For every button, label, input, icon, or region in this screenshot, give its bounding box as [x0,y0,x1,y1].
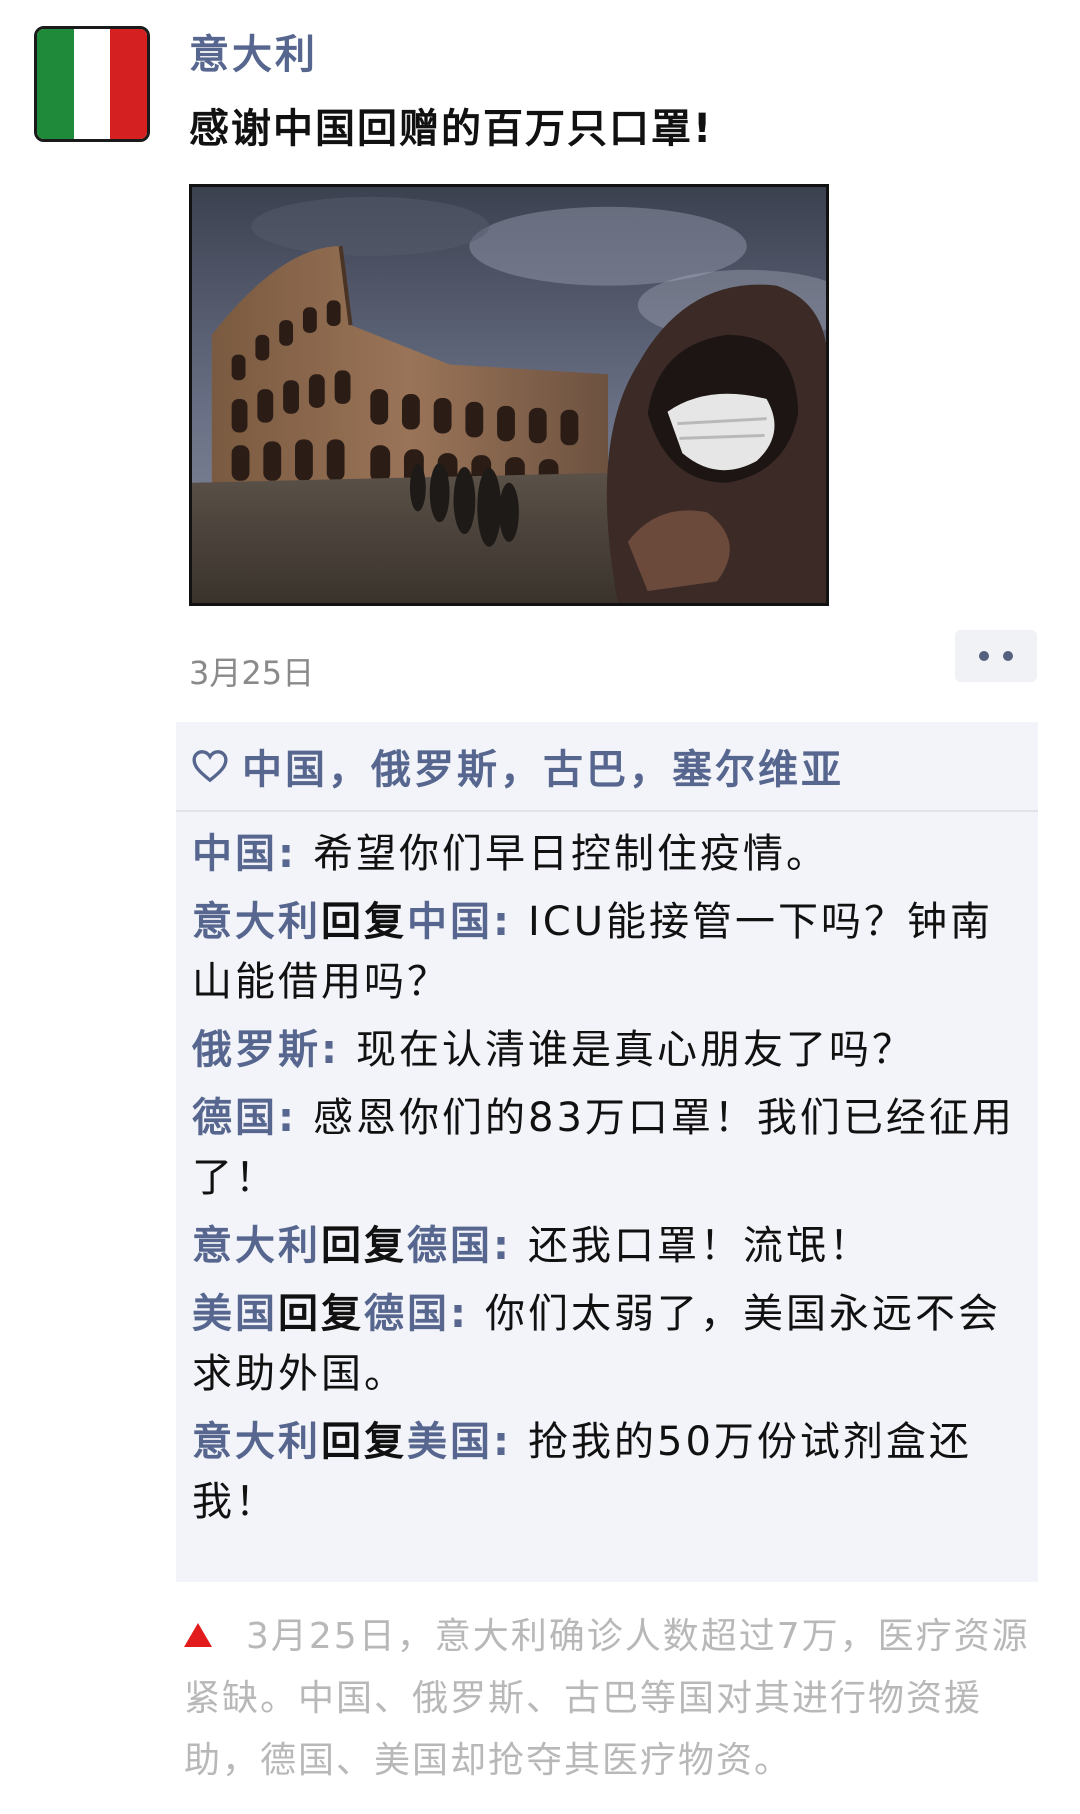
comment-item[interactable]: 俄罗斯: 现在认清谁是真心朋友了吗？ [192,1020,1020,1080]
post-timestamp: 3月25日 [189,654,315,692]
dot-icon [979,651,989,661]
comments-panel: 中国，俄罗斯，古巴，塞尔维亚 中国: 希望你们早日控制住疫情。 意大利回复中国: I… [176,722,1038,1582]
avatar[interactable] [34,26,150,142]
comment-list: 中国: 希望你们早日控制住疫情。 意大利回复中国: ICU能接管一下吗？钟南山能借用… [176,812,1038,1532]
reply-target[interactable]: 德国 [407,1223,493,1269]
comment-item[interactable]: 意大利回复美国: 抢我的50万份试剂盒还我！ [192,1412,1020,1532]
comment-text: 现在认清谁是真心朋友了吗？ [356,1027,915,1073]
flag-white-stripe [73,29,111,139]
reply-target[interactable]: 德国 [364,1291,450,1337]
flag-green-stripe [37,29,74,139]
comment-colon: : [493,1419,512,1465]
comment-author[interactable]: 德国 [192,1095,278,1141]
likes-row: 中国，俄罗斯，古巴，塞尔维亚 [176,722,1038,812]
post-text: 感谢中国回赠的百万只口罩! [189,106,714,152]
reply-label: 回复 [321,1419,407,1465]
comment-item[interactable]: 意大利回复中国: ICU能接管一下吗？钟南山能借用吗？ [192,892,1020,1012]
likes-names[interactable]: 中国，俄罗斯，古巴，塞尔维亚 [242,737,844,795]
comment-text: 希望你们早日控制住疫情。 [313,831,829,877]
colosseum-photo [192,187,826,603]
comment-colon: : [321,1027,340,1073]
reply-label: 回复 [321,1223,407,1269]
footnote: 3月25日，意大利确诊人数超过7万，医疗资源紧缺。中国、俄罗斯、古巴等国对其进行… [184,1606,1040,1792]
footnote-text: 3月25日，意大利确诊人数超过7万，医疗资源紧缺。中国、俄罗斯、古巴等国对其进行… [184,1616,1030,1781]
comment-colon: : [493,899,512,945]
comment-colon: : [450,1291,469,1337]
comment-author[interactable]: 美国 [192,1291,278,1337]
comment-author[interactable]: 俄罗斯 [192,1027,321,1073]
comment-author[interactable]: 意大利 [192,899,321,945]
comment-item[interactable]: 美国回复德国: 你们太弱了，美国永远不会求助外国。 [192,1284,1020,1404]
comment-colon: : [278,1095,297,1141]
reply-label: 回复 [278,1291,364,1337]
comment-colon: : [493,1223,512,1269]
comment-item[interactable]: 中国: 希望你们早日控制住疫情。 [192,824,1020,884]
reply-target[interactable]: 中国 [407,899,493,945]
post-author-name[interactable]: 意大利 [189,22,318,80]
more-actions-button[interactable] [955,630,1037,682]
comment-text: 还我口罩！流氓！ [528,1223,872,1269]
reply-label: 回复 [321,899,407,945]
comment-author[interactable]: 意大利 [192,1223,321,1269]
comment-item[interactable]: 意大利回复德国: 还我口罩！流氓！ [192,1216,1020,1276]
comment-author[interactable]: 意大利 [192,1419,321,1465]
dot-icon [1003,651,1013,661]
comment-text: 感恩你们的83万口罩！我们已经征用了！ [192,1095,1015,1201]
reply-target[interactable]: 美国 [407,1419,493,1465]
heart-icon [192,750,228,783]
comment-item[interactable]: 德国: 感恩你们的83万口罩！我们已经征用了！ [192,1088,1020,1208]
post-image[interactable] [189,184,829,606]
flag-red-stripe [110,29,147,139]
comment-author[interactable]: 中国 [192,831,278,877]
triangle-marker-icon [184,1623,212,1647]
comment-colon: : [278,831,297,877]
